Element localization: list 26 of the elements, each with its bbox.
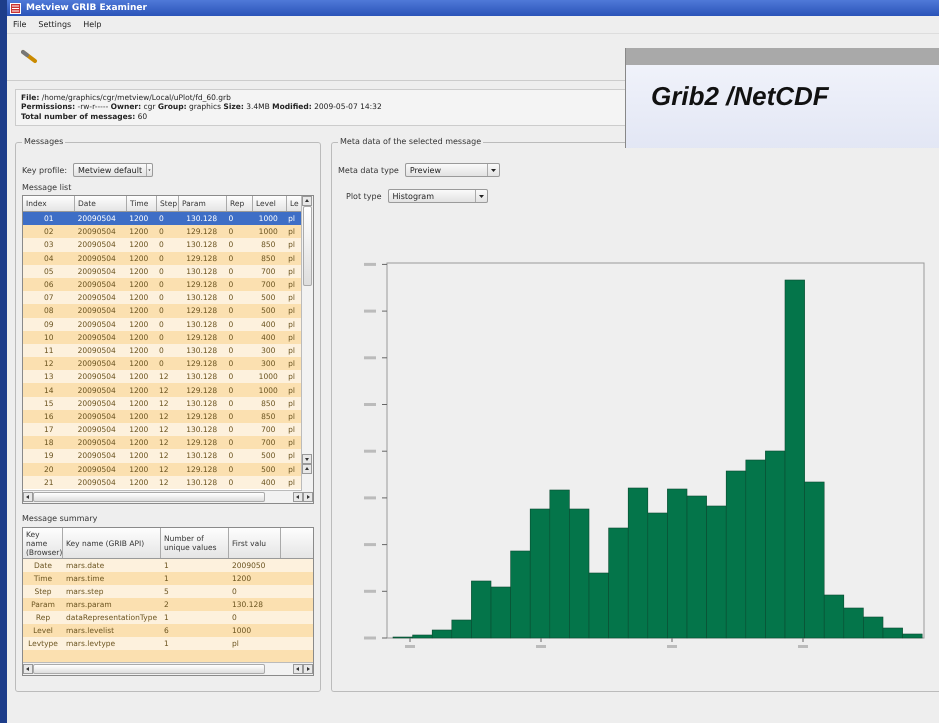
scroll-thumb[interactable]	[33, 492, 265, 502]
histogram-bar	[844, 608, 864, 638]
field-label: Plot type	[346, 192, 382, 200]
section-label: Message summary	[22, 514, 98, 523]
group-title: Messages	[22, 137, 66, 146]
window-title: Metview GRIB Examiner	[26, 3, 147, 13]
menu-item[interactable]: File	[13, 20, 26, 29]
field-label: Meta data type	[338, 166, 399, 174]
scroll-thumb[interactable]	[33, 664, 265, 674]
dropdown-arrow-icon	[486, 164, 499, 176]
horizontal-scrollbar[interactable]	[23, 662, 313, 675]
dropdown-arrow-icon	[146, 164, 152, 176]
dropdown[interactable]: Preview	[404, 163, 500, 177]
field-label: Key profile:	[22, 166, 68, 174]
section-label: Message list	[22, 183, 72, 192]
dropdown[interactable]: Metview default	[73, 163, 154, 177]
group-title: Meta data of the selected message	[338, 137, 484, 146]
dropdown-arrow-icon	[474, 190, 486, 202]
menu-item[interactable]: Help	[83, 20, 102, 29]
horizontal-scrollbar[interactable]	[23, 490, 313, 503]
menu-item[interactable]: Settings	[38, 20, 72, 29]
vertical-scrollbar[interactable]	[301, 196, 313, 491]
banner-title: Grib2 /NetCDF	[650, 80, 830, 112]
dropdown[interactable]: Histogram	[388, 189, 488, 203]
app-icon	[10, 2, 21, 14]
scroll-thumb[interactable]	[303, 206, 312, 286]
